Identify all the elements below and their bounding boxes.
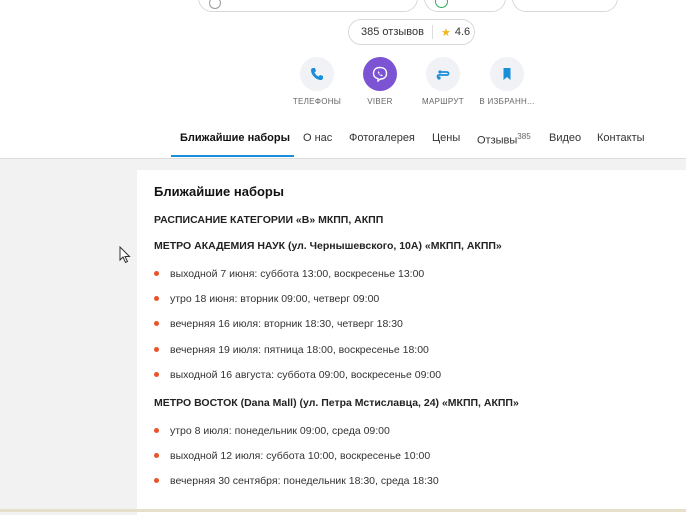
tab-reviews-label: Отзывы	[477, 134, 518, 147]
tab-reviews[interactable]: Отзывы385	[477, 132, 531, 147]
reviews-count[interactable]: 385 отзывов	[349, 26, 424, 38]
tab-contacts[interactable]: Контакты	[597, 132, 645, 144]
tab-about[interactable]: О нас	[303, 132, 332, 144]
location-icon	[209, 0, 221, 9]
rating-pill[interactable]: 385 отзывов ★ 4.6	[348, 19, 475, 45]
header-panel: 385 отзывов ★ 4.6 ТЕЛЕФОНЫ VIBER МАРШРУТ	[0, 0, 686, 159]
schedule-heading: РАСПИСАНИЕ КАТЕГОРИИ «В» МКПП, АКПП	[154, 214, 384, 226]
list-item: выходной 7 июня: суббота 13:00, воскресе…	[154, 268, 424, 280]
list-item: вечерняя 16 июля: вторник 18:30, четверг…	[154, 318, 403, 330]
list-item: выходной 12 июля: суббота 10:00, воскрес…	[154, 450, 430, 462]
enrollments-card: Ближайшие наборы РАСПИСАНИЕ КАТЕГОРИИ «В…	[137, 170, 686, 515]
viber-icon[interactable]	[363, 57, 397, 91]
info-pill[interactable]	[512, 0, 618, 12]
phone-icon[interactable]	[300, 57, 334, 91]
bookmark-icon[interactable]	[490, 57, 524, 91]
bullet-icon	[154, 477, 159, 483]
star-icon: ★	[440, 26, 451, 39]
list-item: выходной 16 августа: суббота 09:00, воск…	[154, 369, 441, 381]
address-pill[interactable]	[198, 0, 418, 12]
pill-divider	[431, 25, 433, 39]
clock-icon	[435, 0, 448, 8]
active-tab-indicator	[171, 155, 294, 157]
list-item: утро 8 июля: понедельник 09:00, среда 09…	[154, 425, 390, 437]
bullet-icon	[154, 371, 159, 377]
list-item: утро 18 июня: вторник 09:00, четверг 09:…	[154, 293, 379, 305]
list-item-text: вечерняя 30 сентября: понедельник 18:30,…	[170, 475, 439, 487]
route-icon[interactable]	[426, 57, 460, 91]
bullet-icon	[154, 427, 159, 433]
mouse-cursor-icon	[119, 246, 131, 264]
tab-gallery[interactable]: Фотогалерея	[349, 132, 415, 144]
bullet-icon	[154, 320, 159, 326]
list-item-text: утро 18 июня: вторник 09:00, четверг 09:…	[170, 293, 380, 305]
list-item-text: вечерняя 16 июля: вторник 18:30, четверг…	[170, 318, 403, 330]
tab-reviews-count: 385	[517, 132, 531, 141]
tab-video[interactable]: Видео	[549, 132, 581, 144]
bullet-icon	[154, 295, 159, 301]
list-item-text: выходной 12 июля: суббота 10:00, воскрес…	[170, 450, 431, 462]
favorites-button[interactable]: В ИЗБРАНН...	[469, 57, 545, 106]
hours-pill[interactable]	[424, 0, 506, 12]
list-item-text: утро 8 июля: понедельник 09:00, среда 09…	[170, 425, 390, 437]
rating-value: 4.6	[454, 26, 471, 38]
bullet-icon	[154, 452, 159, 458]
location-heading: МЕТРО ВОСТОК (Dana Mall) (ул. Петра Мсти…	[154, 397, 519, 409]
list-item-text: выходной 7 июня: суббота 13:00, воскресе…	[170, 268, 425, 280]
list-item-text: выходной 16 августа: суббота 09:00, воск…	[170, 369, 442, 381]
bullet-icon	[154, 270, 159, 276]
list-item-text: вечерняя 19 июля: пятница 18:00, воскрес…	[170, 344, 429, 356]
list-item: вечерняя 30 сентября: понедельник 18:30,…	[154, 475, 439, 487]
tabs-bar: Ближайшие наборы О нас Фотогалерея Цены …	[0, 126, 686, 158]
section-title: Ближайшие наборы	[154, 184, 284, 199]
tab-prices[interactable]: Цены	[432, 132, 460, 144]
list-item: вечерняя 19 июля: пятница 18:00, воскрес…	[154, 344, 429, 356]
tab-nearest-enrollments[interactable]: Ближайшие наборы	[180, 132, 290, 144]
location-heading: МЕТРО АКАДЕМИЯ НАУК (ул. Чернышевского, …	[154, 240, 502, 252]
favorites-label: В ИЗБРАНН...	[479, 97, 535, 106]
action-buttons: ТЕЛЕФОНЫ VIBER МАРШРУТ В ИЗБРАНН...	[0, 57, 686, 117]
bullet-icon	[154, 346, 159, 352]
